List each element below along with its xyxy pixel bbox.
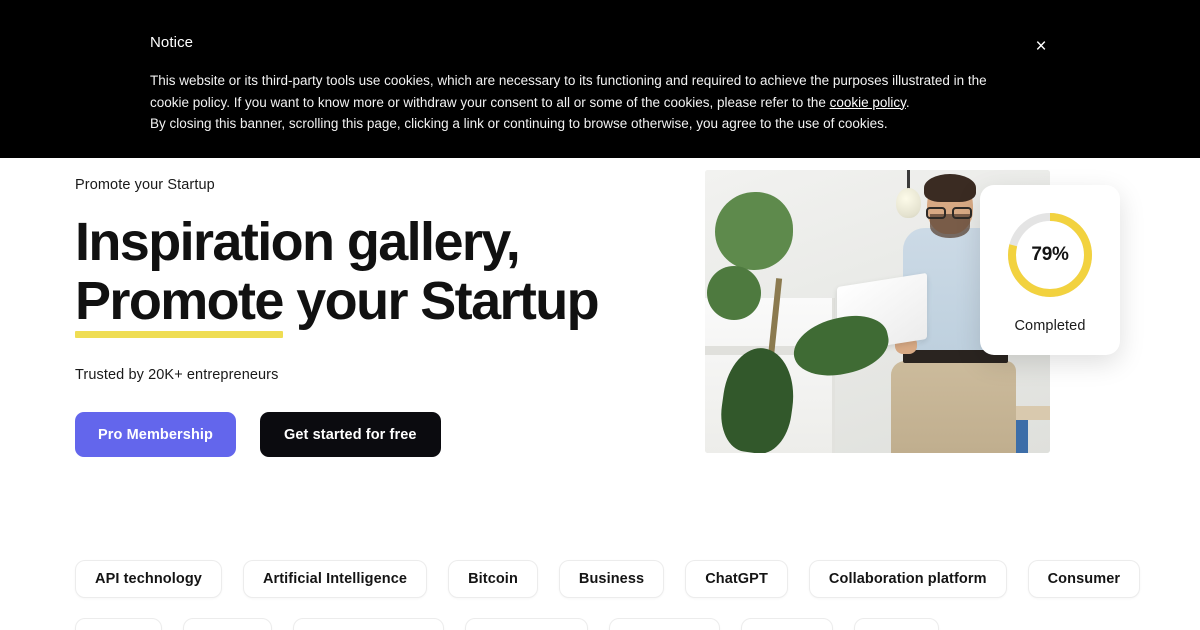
tag-pill[interactable]: Fintech (740, 618, 833, 630)
tag-pill[interactable]: API technology (75, 560, 222, 598)
cookie-notice-paragraph-2: By closing this banner, scrolling this p… (150, 116, 888, 131)
headline-line-2: Promote your Startup (75, 271, 695, 338)
cookie-notice-content: Notice This website or its third-party t… (150, 33, 1030, 135)
tag-pill[interactable]: Artificial Intelligence (242, 560, 428, 598)
page-title: Inspiration gallery, Promote your Startu… (75, 212, 695, 338)
get-started-button[interactable]: Get started for free (260, 412, 441, 457)
tag-pill[interactable]: Collaboration platform (808, 560, 1007, 598)
cookie-notice-body: This website or its third-party tools us… (150, 70, 1022, 135)
tag-pill[interactable]: Health (853, 618, 939, 630)
photo-person-trousers (891, 361, 1016, 453)
trust-text: Trusted by 20K+ entrepreneurs (75, 367, 279, 383)
tag-list-section: API technology Artificial Intelligence Bit… (0, 560, 1200, 630)
hero-section: Promote your Startup Inspiration gallery… (0, 158, 1200, 478)
cookie-notice-paragraph-1: This website or its third-party tools us… (150, 70, 1022, 113)
cookie-notice-banner: Notice This website or its third-party t… (0, 0, 1200, 158)
hero-text-column: Promote your Startup Inspiration gallery… (75, 175, 695, 457)
tag-pill[interactable]: Consumer (1027, 560, 1141, 598)
tag-pill[interactable]: Education (608, 618, 720, 630)
photo-person-glasses (924, 207, 976, 219)
photo-plant-leaf-top (715, 192, 793, 270)
tag-row-primary: API technology Artificial Intelligence Bit… (0, 560, 1200, 598)
hero-button-row: Pro Membership Get started for free (75, 412, 695, 457)
progress-percent-value: 79% (1031, 243, 1069, 265)
tag-pill[interactable]: Bitcoin (448, 560, 538, 598)
headline-underlined-word: Promote (75, 271, 284, 338)
progress-donut-chart: 79% (1004, 209, 1096, 301)
tag-pill[interactable]: Crypto (75, 618, 163, 630)
cookie-notice-title: Notice (150, 34, 194, 51)
photo-plant-leaf-small (707, 266, 761, 320)
headline-line-1: Inspiration gallery, (75, 212, 521, 272)
cookie-notice-text-after-link: . (905, 94, 910, 110)
cookie-policy-link[interactable]: cookie policy (830, 95, 906, 110)
hero-eyebrow: Promote your Startup (75, 177, 215, 193)
progress-caption: Completed (1014, 317, 1086, 334)
tag-pill[interactable]: Business (558, 560, 665, 598)
photo-lamp-bulb (896, 188, 921, 218)
close-icon[interactable]: × (1029, 34, 1053, 58)
completion-stat-card: 79% Completed (980, 185, 1120, 355)
tag-pill[interactable]: Developer tools (293, 618, 444, 630)
tag-pill[interactable]: Design (183, 618, 273, 630)
tag-pill[interactable]: ChatGPT (685, 560, 788, 598)
tag-pill[interactable]: Ecommerce (464, 618, 588, 630)
pro-membership-button[interactable]: Pro Membership (75, 412, 237, 457)
tag-row-secondary: Crypto Design Developer tools Ecommerce Educ… (0, 618, 1200, 630)
photo-person-hair (924, 174, 976, 202)
headline-line-2-rest: your Startup (282, 271, 599, 331)
